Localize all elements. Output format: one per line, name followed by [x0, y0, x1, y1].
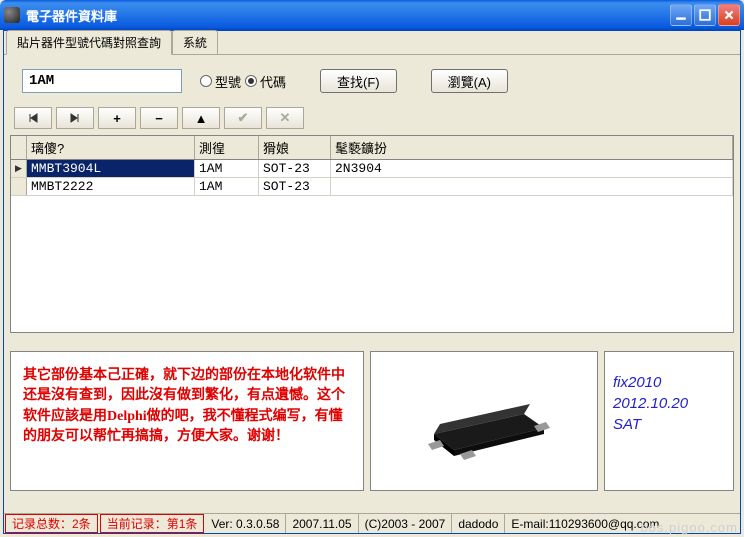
nav-cancel-button[interactable]: ✕ [266, 107, 304, 129]
bottom-pane: 其它部份基本己正確，就下边的部份在本地化软件中还是沒有查到，因此沒有做到繁化，有… [10, 351, 734, 491]
search-input[interactable] [22, 69, 182, 93]
nav-first-button[interactable] [14, 107, 52, 129]
tab-lookup[interactable]: 貼片器件型號代碼對照查詢 [6, 30, 172, 55]
nav-last-button[interactable] [56, 107, 94, 129]
nav-add-button[interactable]: + [98, 107, 136, 129]
component-image [370, 351, 598, 491]
nav-toolbar: + − ▲ ✔ ✕ [4, 103, 740, 135]
col-header[interactable]: 髦褻鑛扮 [331, 136, 733, 159]
data-grid: 璃傻? 測徨 猾娘 髦褻鑛扮 MMBT3904L 1AM SOT-23 2N39… [10, 135, 734, 333]
radio-code[interactable]: 代碼 [245, 72, 286, 91]
radio-model[interactable]: 型號 [200, 72, 241, 91]
search-row: 型號 代碼 查找(F) 瀏覽(A) [4, 55, 740, 103]
nav-edit-button[interactable]: ▲ [182, 107, 220, 129]
titlebar: 電子器件資料庫 [0, 0, 744, 30]
status-copyright: (C)2003 - 2007 [359, 514, 453, 533]
client-area: 貼片器件型號代碼對照查詢 系統 型號 代碼 查找(F) 瀏覽(A) + − ▲ … [3, 30, 741, 534]
window-buttons [670, 4, 740, 26]
tab-system[interactable]: 系統 [172, 30, 218, 54]
status-date: 2007.11.05 [286, 514, 358, 533]
grid-body[interactable]: MMBT3904L 1AM SOT-23 2N3904 MMBT2222 1AM… [11, 160, 733, 332]
status-total: 记录总数：2条 [5, 514, 98, 533]
col-header[interactable]: 璃傻? [27, 136, 195, 159]
date-box: fix2010 2012.10.20 SAT [604, 351, 734, 491]
window-title: 電子器件資料庫 [26, 6, 670, 25]
browse-button[interactable]: 瀏覽(A) [431, 69, 508, 93]
nav-post-button[interactable]: ✔ [224, 107, 262, 129]
status-author: dadodo [452, 514, 505, 533]
radio-icon [200, 75, 212, 87]
status-version: Ver: 0.3.0.58 [205, 514, 286, 533]
row-indicator-icon [11, 178, 27, 195]
status-current: 当前记录：第1条 [100, 514, 205, 533]
sot23-icon [404, 376, 564, 466]
app-icon [4, 7, 20, 23]
radio-icon [245, 75, 257, 87]
table-row[interactable]: MMBT3904L 1AM SOT-23 2N3904 [11, 160, 733, 178]
find-button[interactable]: 查找(F) [320, 69, 397, 93]
nav-delete-button[interactable]: − [140, 107, 178, 129]
tabs: 貼片器件型號代碼對照查詢 系統 [4, 31, 740, 55]
grid-header-selector [11, 136, 27, 159]
statusbar: 记录总数：2条 当前记录：第1条 Ver: 0.3.0.58 2007.11.0… [4, 513, 740, 533]
close-button[interactable] [718, 4, 740, 26]
grid-header: 璃傻? 測徨 猾娘 髦褻鑛扮 [11, 136, 733, 160]
row-indicator-icon [11, 160, 27, 177]
col-header[interactable]: 測徨 [195, 136, 259, 159]
radio-group: 型號 代碼 [200, 72, 286, 91]
maximize-button[interactable] [694, 4, 716, 26]
table-row[interactable]: MMBT2222 1AM SOT-23 [11, 178, 733, 196]
watermark: bbs.pigoo.com [640, 520, 738, 535]
note-box: 其它部份基本己正確，就下边的部份在本地化软件中还是沒有查到，因此沒有做到繁化，有… [10, 351, 364, 491]
minimize-button[interactable] [670, 4, 692, 26]
col-header[interactable]: 猾娘 [259, 136, 331, 159]
